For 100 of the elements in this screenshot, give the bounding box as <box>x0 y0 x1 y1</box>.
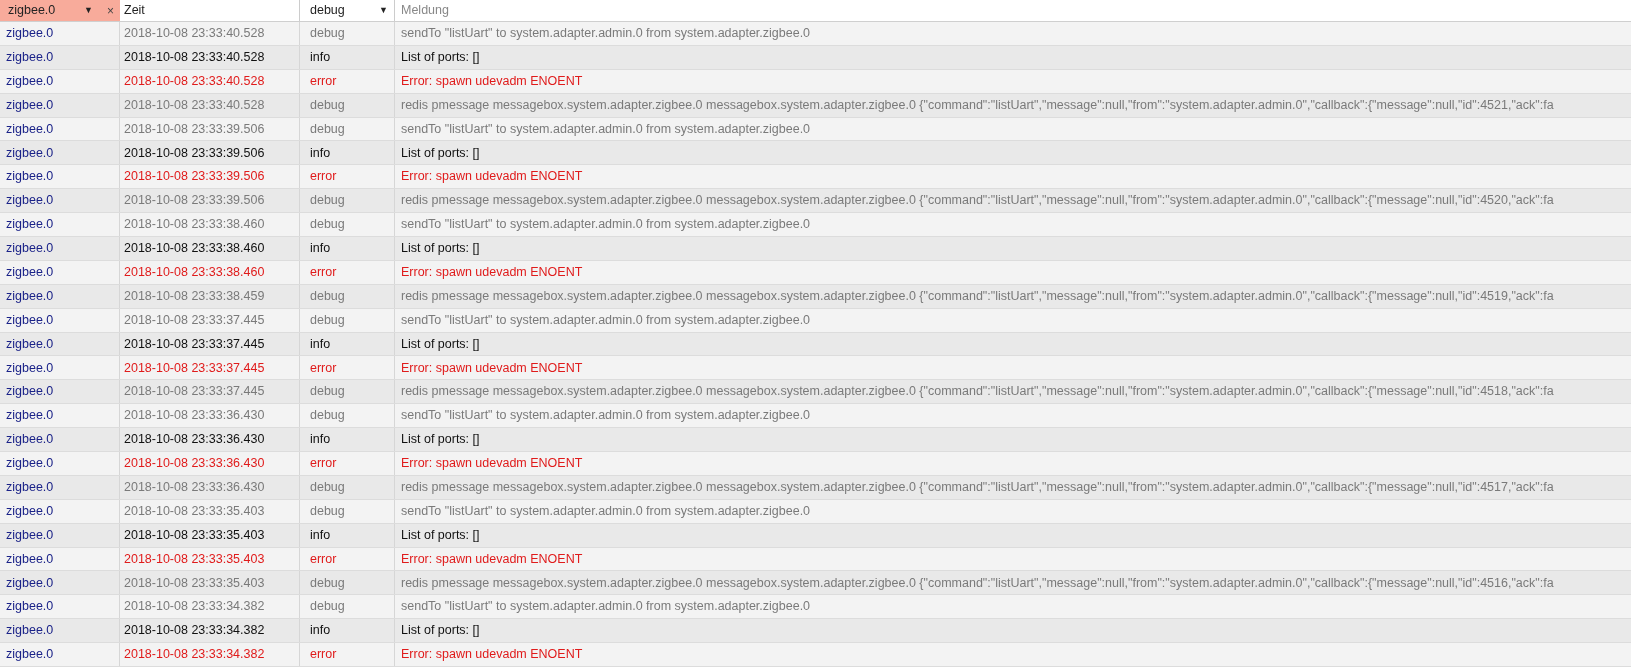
table-cell: zigbee.0 <box>0 643 120 667</box>
table-cell: debug <box>300 475 395 499</box>
table-cell: 2018-10-08 23:33:37.445 <box>120 308 300 332</box>
table-cell: zigbee.0 <box>0 380 120 404</box>
table-cell-text: redis pmessage messagebox.system.adapter.zigbee.0 messagebox.system.adapter.zigbee.0 {"command":"listUart","message":null,"from":"system.adapter.admin.0","callback":{"message":null,"id":4519,"ack":fa <box>400 287 1555 305</box>
table-cell: info <box>300 237 395 260</box>
table-cell-text: sendTo "listUart" to system.adapter.admin.0 from system.adapter.zigbee.0 <box>400 502 812 520</box>
table-cell: debug <box>300 499 395 523</box>
table-cell: 2018-10-08 23:33:40.528 <box>120 69 300 93</box>
table-cell: 2018-10-08 23:33:40.528 <box>120 45 300 69</box>
table-cell-text: Error: spawn udevadm ENOENT <box>400 72 584 90</box>
table-cell: zigbee.0 <box>0 428 120 452</box>
table-cell: zigbee.0 <box>0 117 120 141</box>
table-cell: debug <box>300 595 395 619</box>
table-cell: zigbee.0 <box>0 260 120 284</box>
table-cell: zigbee.0 <box>0 332 120 356</box>
table-cell: zigbee.0 <box>0 571 120 595</box>
table-cell-text: List of ports: [] <box>400 622 481 640</box>
table-cell: error <box>300 356 395 380</box>
table-cell: error <box>300 69 395 93</box>
table-cell: 2018-10-08 23:33:36.430 <box>120 452 300 475</box>
table-cell: 2018-10-08 23:33:36.430 <box>120 428 300 452</box>
table-cell: 2018-10-08 23:33:40.528 <box>120 22 300 45</box>
table-cell: 2018-10-08 23:33:35.403 <box>120 547 300 571</box>
table-cell-text: Error: spawn udevadm ENOENT <box>400 550 584 568</box>
table-cell-text: redis pmessage messagebox.system.adapter.zigbee.0 messagebox.system.adapter.zigbee.0 {"command":"listUart","message":null,"from":"system.adapter.admin.0","callback":{"message":null,"id":4517,"ack":fa <box>400 479 1555 496</box>
table-cell: zigbee.0 <box>0 284 120 308</box>
table-cell: zigbee.0 <box>0 452 120 475</box>
table-cell-text: List of ports: [] <box>400 431 481 449</box>
table-cell: debug <box>300 93 395 117</box>
table-cell: zigbee.0 <box>0 308 120 332</box>
table-cell: debug <box>300 213 395 236</box>
table-cell: error <box>300 452 395 475</box>
table-cell: 2018-10-08 23:33:37.445 <box>120 356 300 380</box>
table-cell: zigbee.0 <box>0 404 120 428</box>
table-cell: 2018-10-08 23:33:37.445 <box>120 332 300 356</box>
table-cell: info <box>300 141 395 165</box>
table-cell-text: sendTo "listUart" to system.adapter.admin.0 from system.adapter.zigbee.0 <box>400 25 812 43</box>
column-header: Meldung <box>401 2 449 20</box>
table-cell-text: sendTo "listUart" to system.adapter.admin.0 from system.adapter.zigbee.0 <box>400 407 812 425</box>
table-cell: debug <box>300 117 395 141</box>
table-cell: zigbee.0 <box>0 523 120 547</box>
table-cell: zigbee.0 <box>0 547 120 571</box>
table-cell-text: Error: spawn udevadm ENOENT <box>400 263 584 281</box>
table-cell: zigbee.0 <box>0 499 120 523</box>
table-cell: error <box>300 260 395 284</box>
table-cell: debug <box>300 571 395 595</box>
clear-filter-button[interactable]: × <box>107 1 114 20</box>
table-cell-text: List of ports: [] <box>400 48 481 66</box>
table-cell: 2018-10-08 23:33:39.506 <box>120 141 300 165</box>
table-cell: zigbee.0 <box>0 237 120 260</box>
table-cell: 2018-10-08 23:33:34.382 <box>120 595 300 619</box>
table-cell-text: Error: spawn udevadm ENOENT <box>400 455 584 473</box>
dropdown-arrow[interactable]: ▼ <box>84 3 93 18</box>
table-cell: zigbee.0 <box>0 141 120 165</box>
table-cell-text: sendTo "listUart" to system.adapter.admin.0 from system.adapter.zigbee.0 <box>400 311 812 329</box>
table-cell: 2018-10-08 23:33:38.460 <box>120 213 300 236</box>
table-cell-text: redis pmessage messagebox.system.adapter.zigbee.0 messagebox.system.adapter.zigbee.0 {"command":"listUart","message":null,"from":"system.adapter.admin.0","callback":{"message":null,"id":4520,"ack":fa <box>400 192 1555 210</box>
table-cell: debug <box>300 404 395 428</box>
table-cell: 2018-10-08 23:33:39.506 <box>120 165 300 189</box>
table-cell: 2018-10-08 23:33:39.506 <box>120 117 300 141</box>
adapter-filter-value[interactable]: zigbee.0 <box>8 1 85 20</box>
table-cell: debug <box>300 189 395 213</box>
table-cell: 2018-10-08 23:33:40.528 <box>120 93 300 117</box>
table-cell: info <box>300 428 395 452</box>
table-cell: 2018-10-08 23:33:37.445 <box>120 380 300 404</box>
table-cell: error <box>300 165 395 189</box>
table-cell: debug <box>300 284 395 308</box>
table-cell: 2018-10-08 23:33:38.460 <box>120 237 300 260</box>
table-cell-text: Error: spawn udevadm ENOENT <box>400 359 584 377</box>
table-cell-text: List of ports: [] <box>400 240 481 258</box>
table-cell: zigbee.0 <box>0 595 120 619</box>
table-cell-text: sendTo "listUart" to system.adapter.admin.0 from system.adapter.zigbee.0 <box>400 598 812 616</box>
table-cell: info <box>300 619 395 643</box>
table-cell-text: sendTo "listUart" to system.adapter.admin.0 from system.adapter.zigbee.0 <box>400 216 812 234</box>
table-cell-text: redis pmessage messagebox.system.adapter.zigbee.0 messagebox.system.adapter.zigbee.0 {"command":"listUart","message":null,"from":"system.adapter.admin.0","callback":{"message":null,"id":4516,"ack":fa <box>400 574 1555 592</box>
table-cell: zigbee.0 <box>0 45 120 69</box>
table-cell: 2018-10-08 23:33:34.382 <box>120 619 300 643</box>
table-cell: error <box>300 547 395 571</box>
table-cell-text: sendTo "listUart" to system.adapter.admin.0 from system.adapter.zigbee.0 <box>400 120 812 138</box>
table-cell-text: List of ports: [] <box>400 526 481 544</box>
table-cell: zigbee.0 <box>0 165 120 189</box>
level-filter-value[interactable]: debug <box>310 1 380 20</box>
dropdown-arrow[interactable]: ▼ <box>379 3 388 18</box>
table-cell: zigbee.0 <box>0 475 120 499</box>
table-cell: debug <box>300 380 395 404</box>
table-cell: info <box>300 45 395 69</box>
table-cell: error <box>300 643 395 667</box>
table-cell: zigbee.0 <box>0 213 120 236</box>
table-cell: zigbee.0 <box>0 22 120 45</box>
table-cell: info <box>300 523 395 547</box>
table-cell: 2018-10-08 23:33:35.403 <box>120 523 300 547</box>
column-header: Zeit <box>124 2 145 20</box>
table-cell: 2018-10-08 23:33:35.403 <box>120 499 300 523</box>
table-cell: 2018-10-08 23:33:35.403 <box>120 571 300 595</box>
table-cell: zigbee.0 <box>0 189 120 213</box>
table-cell: 2018-10-08 23:33:34.382 <box>120 643 300 667</box>
table-cell: info <box>300 332 395 356</box>
table-cell: debug <box>300 308 395 332</box>
table-cell: zigbee.0 <box>0 356 120 380</box>
